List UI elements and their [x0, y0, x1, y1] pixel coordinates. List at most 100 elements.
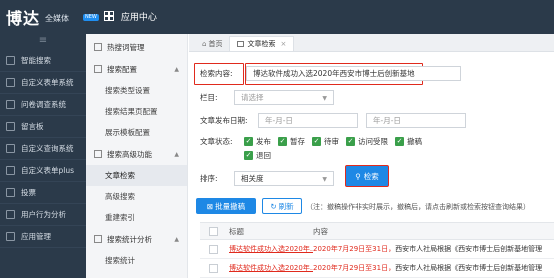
submenu-stats-sub[interactable]: 搜索统计 — [86, 250, 187, 271]
status-restricted-checkbox[interactable]: ✓ 访问受限 — [346, 136, 388, 147]
logo: 博达 — [6, 9, 41, 28]
batch-withdraw-label: 批量撤稿 — [215, 201, 246, 211]
status-row: 文章状态: ✓ 发布 ✓ 暂存 ✓ 待审 ✓ 访问受限 ✓ 撤稿 ✓ 退回 — [200, 136, 450, 161]
check-icon: ✓ — [244, 137, 253, 146]
tab-label: 首页 — [208, 39, 223, 48]
date-from-input[interactable]: 年-月-日 — [258, 113, 358, 128]
sort-row: 排序: 相关度 ▼ — [200, 171, 334, 186]
sidebar-item-label: 自定义表单plus — [21, 166, 75, 175]
close-icon[interactable]: × — [280, 40, 286, 48]
sidebar-item-app-manage[interactable]: 应用管理 — [0, 226, 86, 248]
submenu-doc-search[interactable]: 文章检索 — [86, 165, 187, 186]
check-icon: ✓ — [395, 137, 404, 146]
checkbox-label: 待审 — [324, 137, 339, 146]
sidebar-item-survey[interactable]: 问卷调查系统 — [0, 94, 86, 116]
column-placeholder: 请选择 — [241, 93, 264, 102]
check-icon: ✓ — [346, 137, 355, 146]
submenu-display-template[interactable]: 展示模板配置 — [86, 122, 187, 143]
submenu-search-type[interactable]: 搜索类型设置 — [86, 80, 187, 101]
submenu-search-config[interactable]: 搜索配置 ▲ — [86, 58, 187, 80]
row-title-link[interactable]: 博达软件成功入选2020年... — [227, 244, 313, 254]
app-center-link[interactable]: 应用中心 — [104, 10, 157, 23]
menu-toggle-icon[interactable]: ≡ — [0, 34, 86, 50]
table-header: 标题 内容 — [200, 222, 554, 240]
status-label: 文章状态: — [200, 137, 233, 146]
select-all-checkbox[interactable] — [209, 226, 218, 236]
table-row[interactable]: 博达软件成功入选2020年... 2020年7月29日至31日，西安市人社局根据… — [200, 240, 554, 259]
document-icon — [237, 41, 245, 47]
menu-icon — [6, 78, 15, 87]
sidebar-item-label: 应用管理 — [21, 232, 51, 241]
refresh-label: 刷新 — [278, 201, 294, 211]
sidebar-item-vote[interactable]: 投票 — [0, 182, 86, 204]
grid-icon — [104, 11, 114, 21]
checkbox-label: 退回 — [256, 151, 271, 160]
column-select[interactable]: 请选择 ▼ — [234, 90, 334, 105]
search-content-input[interactable]: 博达软件成功入选2020年西安市博士后创新基地 — [246, 66, 461, 81]
status-returned-checkbox[interactable]: ✓ 退回 — [244, 150, 271, 161]
main-content: ⌂ 首页 文章检索 × 检索内容: 博达软件成功入选2020年西安市博士后创新基… — [189, 34, 554, 278]
submenu-label: 热搜词管理 — [107, 42, 145, 52]
search-icon: ⚲ — [355, 171, 361, 181]
sidebar-item-smart-search[interactable]: 智能搜索 — [0, 50, 86, 72]
refresh-button[interactable]: ↻ 刷新 — [262, 198, 302, 214]
column-row: 栏目: 请选择 ▼ — [200, 90, 334, 105]
main-sidebar: ≡ 智能搜索 自定义表单系统 问卷调查系统 留言板 自定义查询系统 自定义表单p… — [0, 34, 86, 278]
submenu-stats[interactable]: 搜索统计分析 ▲ — [86, 228, 187, 250]
check-icon: ✓ — [278, 137, 287, 146]
sidebar-item-label: 自定义表单系统 — [21, 78, 74, 87]
row-content-highlight: 2020年7月29日至31日， — [313, 245, 396, 253]
batch-withdraw-button[interactable]: ⊠ 批量撤稿 — [196, 198, 256, 214]
submenu-label: 搜索配置 — [107, 64, 137, 74]
status-published-checkbox[interactable]: ✓ 发布 — [244, 136, 271, 147]
top-header: 博达 全媒体 NEW 应用中心 — [0, 0, 554, 34]
search-button[interactable]: ⚲ 检索 — [345, 165, 389, 187]
table-row[interactable]: 博达软件成功入选2020年... 2020年7月29日至31日，西安市人社局根据… — [200, 259, 554, 278]
tab-home[interactable]: ⌂ 首页 — [195, 36, 229, 51]
sidebar-item-label: 智能搜索 — [21, 56, 51, 65]
date-to-input[interactable]: 年-月-日 — [366, 113, 466, 128]
chevron-up-icon: ▲ — [174, 236, 179, 243]
row-checkbox[interactable] — [209, 263, 218, 273]
chevron-up-icon: ▲ — [174, 151, 179, 158]
menu-icon — [94, 43, 102, 51]
row-title-link[interactable]: 博达软件成功入选2020年... — [227, 263, 313, 273]
menu-icon — [6, 210, 15, 219]
column-label: 栏目: — [200, 93, 218, 102]
new-badge: NEW — [83, 14, 99, 21]
trash-icon: ⊠ — [206, 201, 214, 211]
submenu-advanced-search[interactable]: 高级搜索 — [86, 186, 187, 207]
search-content-row: 检索内容: 博达软件成功入选2020年西安市博士后创新基地 — [200, 66, 461, 81]
search-content-label: 检索内容: — [200, 69, 233, 78]
search-button-label: 检索 — [363, 171, 379, 181]
submenu-advanced[interactable]: 搜索高级功能 ▲ — [86, 143, 187, 165]
sort-select[interactable]: 相关度 ▼ — [234, 171, 334, 186]
row-checkbox[interactable] — [209, 244, 218, 254]
logo-subtitle: 全媒体 — [45, 14, 69, 23]
menu-icon — [6, 188, 15, 197]
sidebar-item-message-board[interactable]: 留言板 — [0, 116, 86, 138]
status-pending-checkbox[interactable]: ✓ 待审 — [312, 136, 339, 147]
tab-doc-search[interactable]: 文章检索 × — [229, 36, 295, 51]
sub-menu: 热搜词管理 搜索配置 ▲ 搜索类型设置 搜索结果页配置 展示模板配置 搜索高级功能… — [86, 34, 188, 278]
row-content-text: 西安市人社局根据《西安市博士后创新基地管理 — [395, 245, 543, 253]
checkbox-label: 访问受限 — [358, 137, 388, 146]
status-draft-checkbox[interactable]: ✓ 暂存 — [278, 136, 305, 147]
submenu-hot-words[interactable]: 热搜词管理 — [86, 36, 187, 58]
sidebar-item-custom-query[interactable]: 自定义查询系统 — [0, 138, 86, 160]
sidebar-item-custom-form-plus[interactable]: 自定义表单plus — [0, 160, 86, 182]
sidebar-item-custom-form[interactable]: 自定义表单系统 — [0, 72, 86, 94]
menu-icon — [94, 150, 102, 158]
date-label: 文章发布日期: — [200, 116, 248, 125]
sidebar-item-label: 自定义查询系统 — [21, 144, 74, 153]
menu-icon — [6, 166, 15, 175]
submenu-result-page[interactable]: 搜索结果页配置 — [86, 101, 187, 122]
tab-label: 文章检索 — [247, 40, 276, 48]
chevron-up-icon: ▲ — [174, 66, 179, 73]
sidebar-item-user-behavior[interactable]: 用户行为分析 — [0, 204, 86, 226]
checkbox-label: 撤稿 — [407, 137, 422, 146]
app-center-label: 应用中心 — [120, 13, 157, 23]
submenu-rebuild-index[interactable]: 重建索引 — [86, 207, 187, 228]
status-withdrawn-checkbox[interactable]: ✓ 撤稿 — [395, 136, 422, 147]
check-icon: ✓ — [312, 137, 321, 146]
